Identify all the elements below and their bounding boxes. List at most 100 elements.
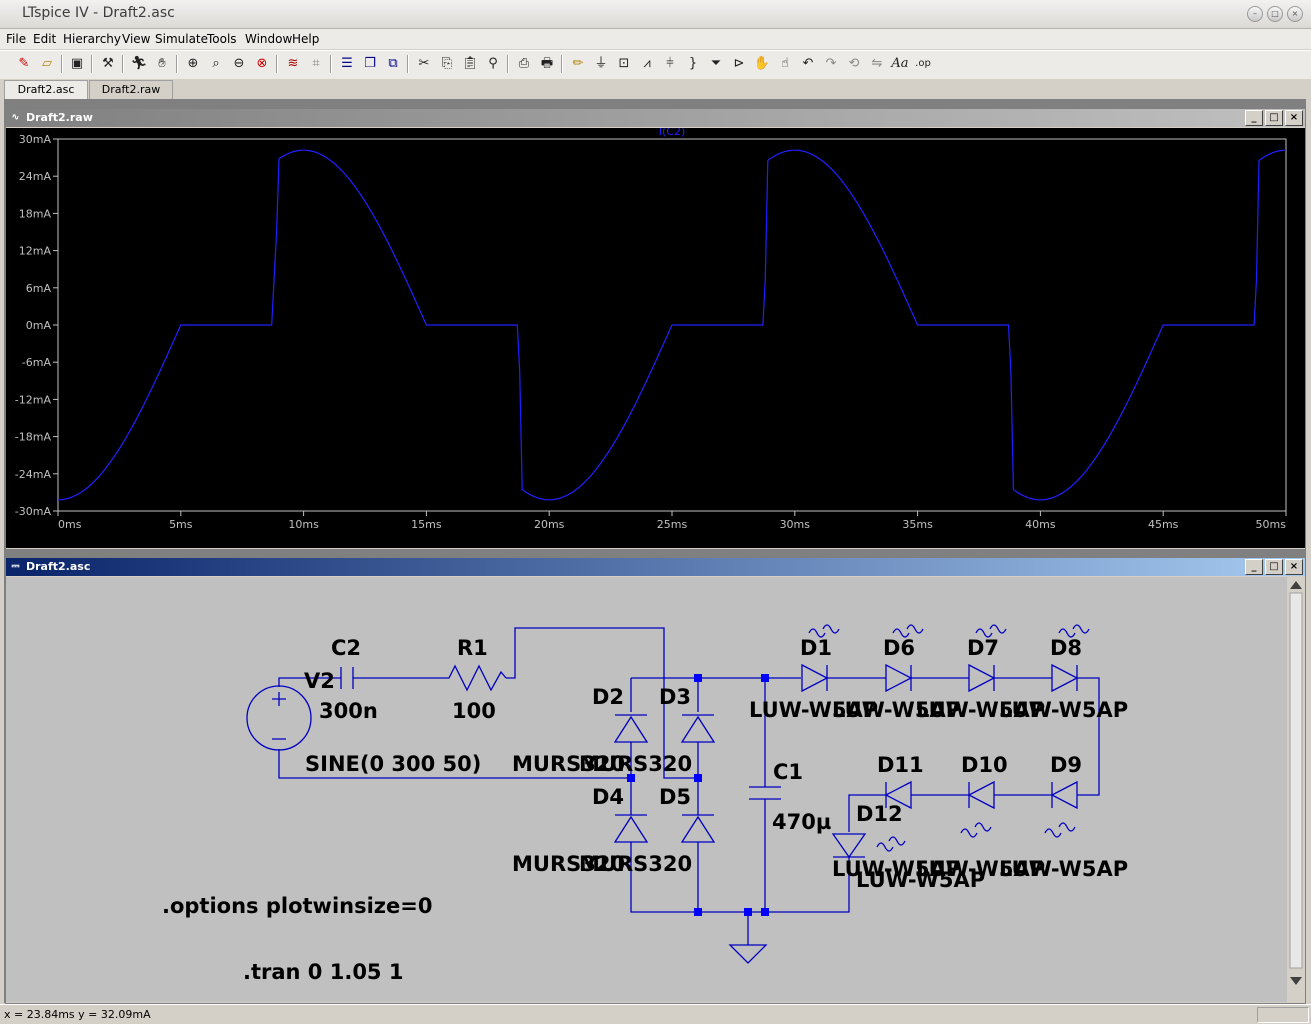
open-icon[interactable]: ▱: [37, 54, 57, 74]
component-icon[interactable]: ⊳: [729, 54, 749, 74]
y-tick-label: 0mA: [26, 319, 52, 332]
halt-icon[interactable]: ✋︎: [152, 54, 172, 74]
label-d3-value[interactable]: MURS320: [579, 752, 692, 776]
label-r1-value[interactable]: 100: [452, 699, 496, 723]
menu-help[interactable]: Help: [292, 32, 319, 46]
menu-hierarchy[interactable]: Hierarchy: [63, 32, 121, 46]
trace-label[interactable]: I(C2): [659, 128, 686, 138]
find-icon[interactable]: ⚲: [483, 54, 503, 74]
label-d4[interactable]: D4: [592, 785, 624, 809]
close-button[interactable]: ×: [1287, 6, 1303, 22]
run-icon[interactable]: 🏃︎: [129, 54, 149, 74]
menu-simulate[interactable]: Simulate: [155, 32, 208, 46]
label-d8[interactable]: D8: [1050, 636, 1082, 660]
resistor-icon[interactable]: ⩘: [637, 54, 657, 74]
waveform-minimize-button[interactable]: _: [1245, 110, 1263, 126]
label-r1[interactable]: R1: [457, 636, 488, 660]
y-tick-label: -18mA: [15, 431, 52, 444]
rotate-icon[interactable]: ⟲: [844, 54, 864, 74]
x-tick-label: 35ms: [902, 518, 933, 531]
menu-file[interactable]: File: [6, 32, 26, 46]
control-panel-icon[interactable]: ⚒: [98, 54, 118, 74]
label-d11[interactable]: D11: [877, 753, 924, 777]
undo-icon[interactable]: ↶: [798, 54, 818, 74]
label-v2[interactable]: V2: [304, 669, 335, 693]
label-d1[interactable]: D1: [800, 636, 832, 660]
label-d5[interactable]: D5: [659, 785, 691, 809]
label-v2-value[interactable]: SINE(0 300 50): [305, 752, 481, 776]
ground-icon[interactable]: ⏚: [591, 54, 611, 74]
label-c2[interactable]: C2: [331, 636, 361, 660]
schematic-minimize-button[interactable]: _: [1245, 559, 1263, 575]
spice-directive-icon[interactable]: .op: [913, 54, 933, 74]
menu-view[interactable]: View: [122, 32, 150, 46]
move-icon[interactable]: ✋: [752, 54, 772, 74]
grid-icon[interactable]: ⌗: [306, 54, 326, 74]
waveform-close-button[interactable]: ×: [1285, 110, 1303, 126]
tab-draft2-asc[interactable]: Draft2.asc: [4, 80, 88, 99]
label-d10[interactable]: D10: [961, 753, 1008, 777]
label-d5-value[interactable]: MURS320: [579, 852, 692, 876]
tile-horizontal-icon[interactable]: ☰: [337, 54, 357, 74]
spice-directive-options[interactable]: .options plotwinsize=0: [162, 894, 432, 918]
label-d2[interactable]: D2: [592, 685, 624, 709]
label-d6[interactable]: D6: [883, 636, 915, 660]
label-c1-value[interactable]: 470µ: [772, 810, 831, 834]
junction-dot: [761, 908, 769, 916]
save-icon[interactable]: ▣: [67, 54, 87, 74]
schematic-close-button[interactable]: ×: [1285, 559, 1303, 575]
menu-window[interactable]: Window: [245, 32, 292, 46]
schematic-background: [6, 577, 1287, 1002]
zoom-cancel-icon[interactable]: ⊗: [252, 54, 272, 74]
label-d9[interactable]: D9: [1050, 753, 1082, 777]
copy-icon[interactable]: ⎘: [437, 54, 457, 74]
zoom-area-icon[interactable]: ⌕: [206, 54, 226, 74]
waveform-maximize-button[interactable]: □: [1265, 110, 1283, 126]
label-d12-value[interactable]: LUW-W5AP: [856, 868, 985, 892]
cascade-icon[interactable]: ❐: [360, 54, 380, 74]
menu-bar: File Edit Hierarchy View Simulate Tools …: [0, 29, 1311, 49]
waveform-plot[interactable]: I(C2) 30mA 24mA 18mA 12mA 6mA 0mA -6mA -12mA -18…: [6, 128, 1305, 548]
label-c1[interactable]: C1: [773, 760, 803, 784]
drag-icon[interactable]: ☝: [775, 54, 795, 74]
label-net-icon[interactable]: ⊡: [614, 54, 634, 74]
schematic-canvas[interactable]: C2 V2 300n SINE(0 300 50) R1 100 D2 D3 D…: [6, 577, 1305, 1002]
status-panel: [1257, 1007, 1309, 1023]
paste-icon[interactable]: 📋︎: [460, 54, 480, 74]
scrollbar-thumb[interactable]: [1289, 592, 1303, 969]
tile-vertical-icon[interactable]: ⧉: [383, 54, 403, 74]
label-d9-value[interactable]: LUW-W5AP: [999, 857, 1128, 881]
label-d3[interactable]: D3: [659, 685, 691, 709]
diode-icon[interactable]: ⏷: [706, 54, 726, 74]
waveform-titlebar[interactable]: ∿ Draft2.raw _ □ ×: [6, 109, 1305, 127]
minimize-button[interactable]: –: [1247, 6, 1263, 22]
zoom-in-icon[interactable]: ⊕: [183, 54, 203, 74]
maximize-button[interactable]: □: [1267, 6, 1283, 22]
capacitor-icon[interactable]: ⫩: [660, 54, 680, 74]
menu-edit[interactable]: Edit: [33, 32, 56, 46]
cut-icon[interactable]: ✂: [414, 54, 434, 74]
autorange-icon[interactable]: ≋: [283, 54, 303, 74]
spice-directive-tran[interactable]: .tran 0 1.05 1: [243, 960, 403, 984]
print-icon[interactable]: 🖶︎: [537, 54, 557, 74]
mirror-icon[interactable]: ⇋: [867, 54, 887, 74]
tab-draft2-raw[interactable]: Draft2.raw: [89, 80, 173, 99]
label-d8-value[interactable]: LUW-W5AP: [999, 698, 1128, 722]
text-icon[interactable]: Aa: [890, 54, 910, 74]
inductor-icon[interactable]: }: [683, 54, 703, 74]
label-c2-value[interactable]: 300n: [319, 699, 378, 723]
y-tick-label: -24mA: [15, 468, 52, 481]
label-d7[interactable]: D7: [967, 636, 999, 660]
print-setup-icon[interactable]: ⎙: [514, 54, 534, 74]
plot-background: [6, 128, 1305, 548]
schematic-titlebar[interactable]: ⎓ Draft2.asc _ □ ×: [6, 558, 1305, 576]
schematic-maximize-button[interactable]: □: [1265, 559, 1283, 575]
zoom-out-icon[interactable]: ⊖: [229, 54, 249, 74]
x-tick-label: 40ms: [1025, 518, 1056, 531]
x-tick-label: 45ms: [1148, 518, 1179, 531]
redo-icon[interactable]: ↷: [821, 54, 841, 74]
new-schematic-icon[interactable]: ✎: [14, 54, 34, 74]
draw-wire-icon[interactable]: ✏: [568, 54, 588, 74]
label-d12[interactable]: D12: [856, 802, 903, 826]
menu-tools[interactable]: Tools: [207, 32, 237, 46]
